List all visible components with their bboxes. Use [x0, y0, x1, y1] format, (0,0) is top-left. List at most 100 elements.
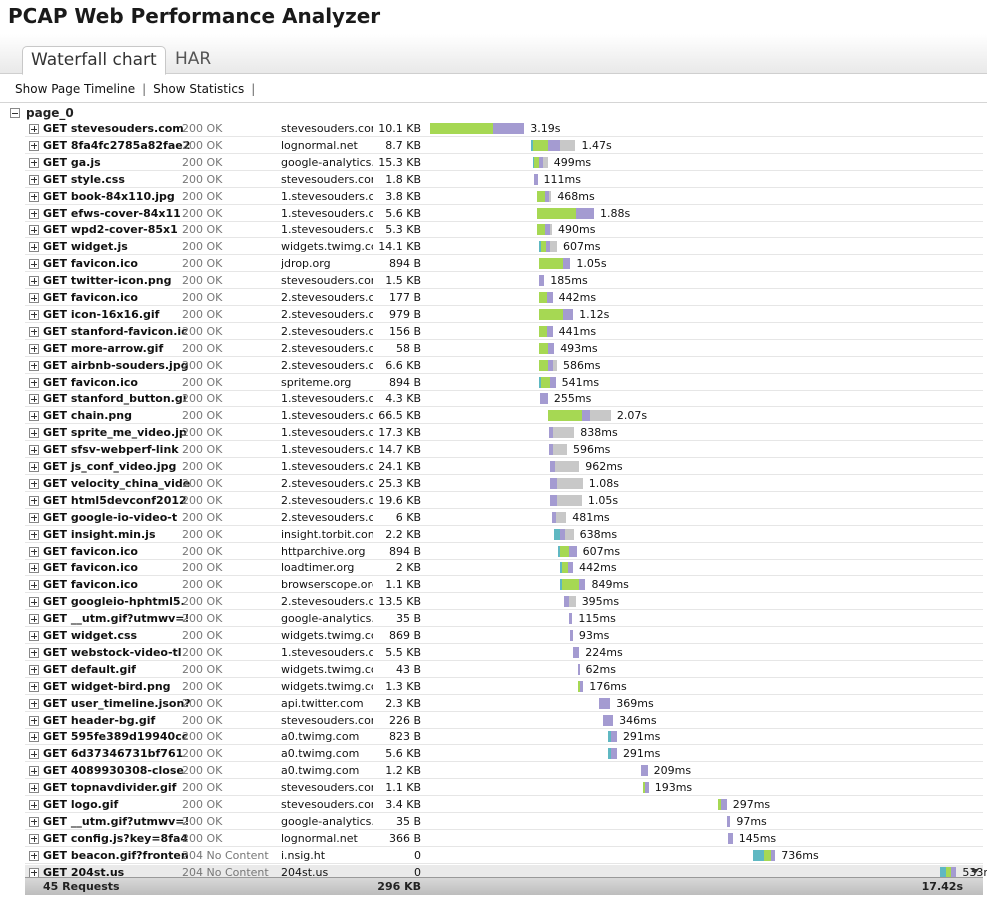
request-row[interactable]: GET favicon.ico 200 OK jdrop.org 894 B 1.05s — [25, 256, 983, 273]
timing-bar[interactable] — [534, 173, 538, 185]
timing-bar[interactable] — [539, 376, 556, 388]
timing-bar[interactable] — [531, 139, 576, 151]
request-row[interactable]: GET widget.css 200 OK widgets.twimg.cc 869 … — [25, 628, 983, 644]
request-row[interactable]: GET stevesouders.com 200 OK stevesouders.c… — [25, 121, 983, 137]
request-row[interactable]: GET stanford-favicon.ic 200 OK 2.stevesoud… — [25, 324, 983, 340]
plus-box-icon[interactable] — [29, 647, 39, 658]
request-row[interactable]: GET more-arrow.gif 200 OK 2.stevesouders.c… — [25, 341, 983, 357]
plus-box-icon[interactable] — [29, 749, 39, 760]
timing-bar[interactable] — [570, 630, 573, 641]
timing-bar[interactable] — [550, 494, 582, 506]
request-row[interactable]: GET efws-cover-84x11 200 OK 1.stevesouders… — [25, 206, 983, 222]
request-row[interactable]: GET default.gif 200 OK widgets.twimg.cc 43 … — [25, 662, 983, 678]
plus-box-icon[interactable] — [29, 715, 39, 726]
request-row[interactable]: GET twitter-icon.png 200 OK stevesouders.c… — [25, 273, 983, 290]
request-row[interactable]: GET googleio-hphtml5. 200 OK 2.stevesouder… — [25, 594, 983, 611]
timing-bar[interactable] — [538, 258, 571, 270]
timing-bar[interactable] — [550, 477, 583, 489]
plus-box-icon[interactable] — [29, 445, 39, 456]
timing-bar[interactable] — [538, 275, 545, 287]
plus-box-icon[interactable] — [29, 462, 39, 472]
plus-box-icon[interactable] — [29, 428, 39, 439]
request-row[interactable]: GET beacon.gif?fronten 204 No Content i.ns… — [25, 848, 983, 864]
triangle-down-icon[interactable] — [971, 868, 979, 874]
request-row[interactable]: GET 8fa4fc2785a82fae2 200 OK lognormal.net… — [25, 138, 983, 154]
request-row[interactable]: GET widget-bird.png 200 OK widgets.twimg.c… — [25, 679, 983, 695]
plus-box-icon[interactable] — [29, 259, 39, 270]
plus-box-icon[interactable] — [29, 225, 39, 236]
timing-bar[interactable] — [608, 748, 617, 760]
plus-box-icon[interactable] — [29, 512, 39, 523]
request-row[interactable]: GET favicon.ico 200 OK loadtimer.org 2 KB 44… — [25, 560, 983, 577]
plus-box-icon[interactable] — [29, 309, 39, 320]
request-row[interactable]: GET header-bg.gif 200 OK stevesouders.com 2… — [25, 713, 983, 729]
plus-box-icon[interactable] — [29, 242, 39, 253]
plus-box-icon[interactable] — [29, 766, 39, 777]
plus-box-icon[interactable] — [29, 816, 39, 827]
request-row[interactable]: GET user_timeline.json? 200 OK api.twitter… — [25, 696, 983, 712]
plus-box-icon[interactable] — [29, 597, 39, 608]
request-row[interactable]: GET __utm.gif?utmwv=! 200 OK google-analyt… — [25, 814, 983, 830]
timing-bar[interactable] — [641, 765, 648, 777]
timing-bar[interactable] — [642, 782, 649, 794]
plus-box-icon[interactable] — [29, 394, 39, 405]
request-row[interactable]: GET insight.min.js 200 OK insight.torbit.c… — [25, 527, 983, 543]
timing-bar[interactable] — [539, 359, 557, 371]
timing-bar[interactable] — [537, 190, 552, 202]
request-row[interactable]: GET webstock-video-tl 200 OK 1.stevesouder… — [25, 645, 983, 661]
timing-bar[interactable] — [602, 714, 614, 726]
timing-bar[interactable] — [559, 562, 574, 574]
timing-bar[interactable] — [753, 849, 776, 861]
plus-box-icon[interactable] — [29, 580, 39, 591]
request-row[interactable]: GET stanford_button.gi 200 OK 1.stevesoude… — [25, 391, 983, 408]
timing-bar[interactable] — [548, 427, 575, 439]
plus-box-icon[interactable] — [29, 783, 39, 794]
timing-bar[interactable] — [559, 579, 586, 591]
plus-box-icon[interactable] — [29, 529, 39, 540]
plus-box-icon[interactable] — [29, 495, 39, 506]
plus-box-icon[interactable] — [29, 732, 39, 743]
plus-box-icon[interactable] — [29, 326, 39, 337]
plus-box-icon[interactable] — [29, 698, 39, 709]
request-row[interactable]: GET velocity_china_vide 200 OK 2.stevesoud… — [25, 476, 983, 492]
plus-box-icon[interactable] — [29, 664, 39, 675]
request-row[interactable]: GET logo.gif 200 OK stevesouders.com 3.4 KB… — [25, 797, 983, 813]
request-row[interactable]: GET wpd2-cover-85x1 200 OK 1.stevesouders.… — [25, 222, 983, 239]
request-row[interactable]: GET __utm.gif?utmwv=! 200 OK google-analyt… — [25, 611, 983, 628]
request-row[interactable]: GET widget.js 200 OK widgets.twimg.cc 14.1 … — [25, 239, 983, 256]
plus-box-icon[interactable] — [29, 360, 39, 371]
timing-bar[interactable] — [548, 410, 611, 422]
timing-bar[interactable] — [551, 511, 567, 523]
request-row[interactable]: GET sfsv-webperf-link 200 OK 1.stevesouder… — [25, 442, 983, 459]
request-row[interactable]: GET 4089930308-close 200 OK a0.twimg.com 1.… — [25, 763, 983, 780]
timing-bar[interactable] — [550, 461, 580, 472]
timing-bar[interactable] — [539, 342, 555, 354]
request-row[interactable]: GET config.js?key=8fa4 200 OK lognormal.ne… — [25, 831, 983, 847]
timing-bar[interactable] — [538, 241, 557, 253]
timing-bar[interactable] — [537, 224, 552, 236]
request-row[interactable]: GET chain.png 200 OK 1.stevesouders.cc 66.5… — [25, 408, 983, 425]
plus-box-icon[interactable] — [29, 157, 39, 168]
request-row[interactable]: GET airbnb-souders.jpg 200 OK 2.stevesoude… — [25, 358, 983, 374]
request-row[interactable]: GET js_conf_video.jpg 200 OK 1.stevesouder… — [25, 459, 983, 475]
plus-box-icon[interactable] — [29, 631, 39, 641]
timing-bar[interactable] — [940, 866, 957, 878]
timing-bar[interactable] — [430, 123, 525, 134]
plus-box-icon[interactable] — [29, 124, 39, 134]
timing-bar[interactable] — [728, 832, 733, 844]
plus-box-icon[interactable] — [29, 208, 39, 219]
request-row[interactable]: GET favicon.ico 200 OK httparchive.org 894 … — [25, 544, 983, 560]
plus-box-icon[interactable] — [29, 293, 39, 303]
plus-box-icon[interactable] — [29, 563, 39, 574]
plus-box-icon[interactable] — [29, 833, 39, 844]
timing-bar[interactable] — [563, 596, 576, 608]
request-row[interactable]: GET favicon.ico 200 OK spriteme.org 894 B 54… — [25, 375, 983, 391]
request-row[interactable]: GET book-84x110.jpg 200 OK 1.stevesouders.… — [25, 189, 983, 205]
timing-bar[interactable] — [599, 697, 611, 709]
plus-box-icon[interactable] — [29, 614, 39, 625]
timing-bar[interactable] — [572, 646, 580, 658]
timing-bar[interactable] — [568, 613, 573, 625]
timing-bar[interactable] — [532, 156, 548, 168]
timing-bar[interactable] — [727, 815, 731, 827]
plus-box-icon[interactable] — [29, 850, 39, 861]
